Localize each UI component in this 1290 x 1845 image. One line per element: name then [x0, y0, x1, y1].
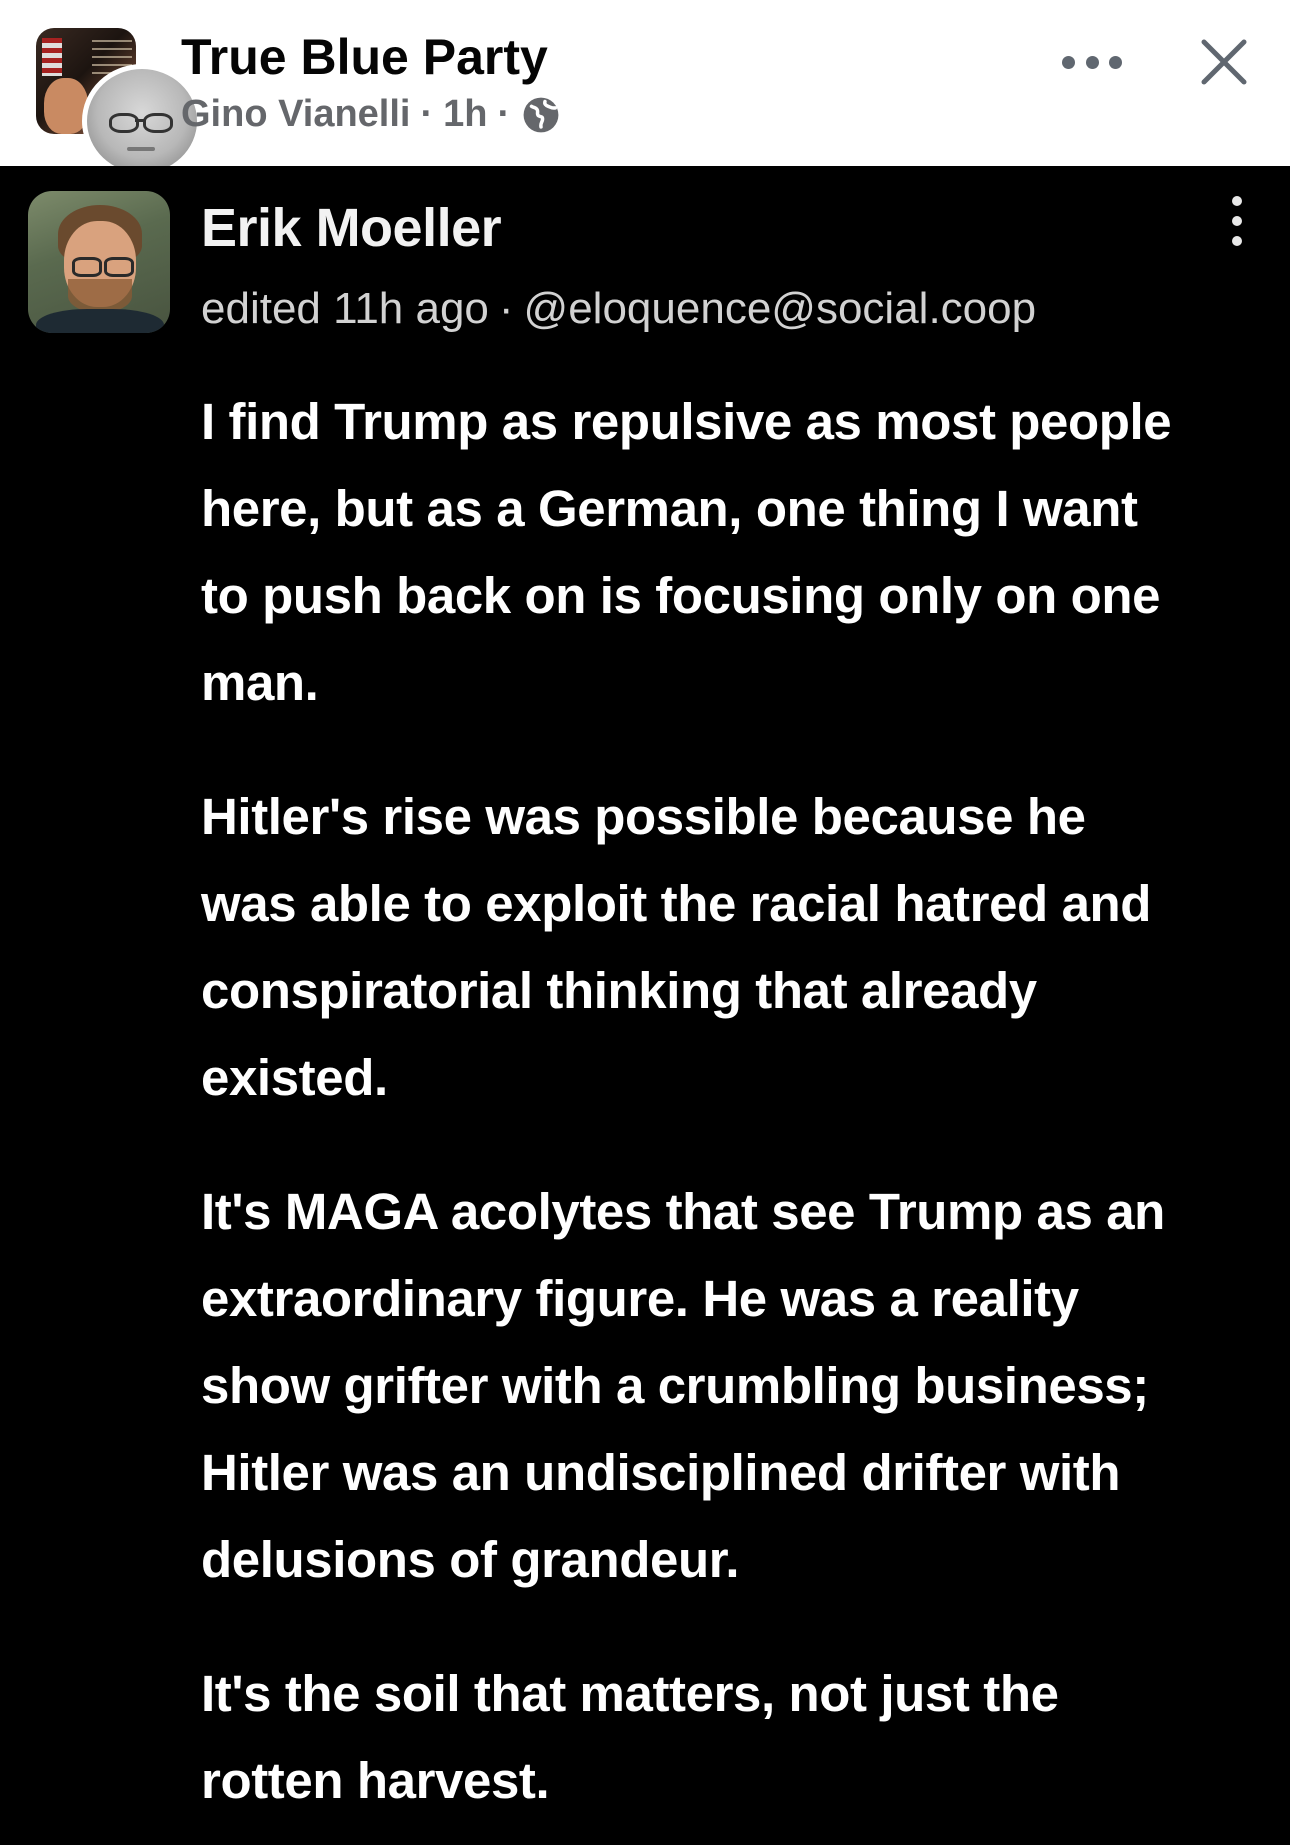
paragraph-line: was able to exploit the racial hatred an… [201, 875, 1152, 932]
paragraph-line: I find Trump as repulsive as most people [201, 393, 1172, 450]
paragraph-line: conspiratorial thinking that already [201, 962, 1037, 1019]
post-meta: edited 11h ago · @eloquence@social.coop [201, 284, 1036, 334]
post-meta-line: Gino Vianelli · 1h · [181, 93, 560, 136]
paragraph-line: Hitler's rise was possible because he [201, 788, 1086, 845]
post-paragraph: It's the soil that matters, not just the… [201, 1650, 1281, 1824]
paragraph-line: Hitler was an undisciplined drifter with [201, 1444, 1121, 1501]
paragraph-line: It's the soil that matters, not just the [201, 1665, 1059, 1722]
meta-separator: · [420, 93, 434, 135]
author-avatar[interactable] [28, 191, 170, 333]
author-name[interactable]: Erik Moeller [201, 197, 502, 259]
post-header: True Blue Party Gino Vianelli · 1h · [0, 0, 1290, 178]
post-paragraph: It's MAGA acolytes that see Trump as an e… [201, 1168, 1281, 1603]
paragraph-line: to push back on is focusing only on one [201, 567, 1161, 624]
more-horizontal-icon[interactable] [1062, 44, 1122, 80]
author-handle[interactable]: @eloquence@social.coop [524, 284, 1037, 333]
more-vertical-icon[interactable] [1228, 196, 1246, 246]
group-name[interactable]: True Blue Party [181, 28, 548, 86]
post-paragraph: Hitler's rise was possible because he was… [201, 773, 1281, 1121]
paragraph-line: It's MAGA acolytes that see Trump as an [201, 1183, 1165, 1240]
paragraph-line: existed. [201, 1049, 388, 1106]
paragraph-line: delusions of grandeur. [201, 1531, 740, 1588]
group-avatar[interactable] [36, 28, 202, 178]
meta-separator: · [497, 93, 511, 135]
paragraph-line: man. [201, 654, 319, 711]
paragraph-line: extraordinary figure. He was a reality [201, 1270, 1079, 1327]
post-paragraph: I find Trump as repulsive as most people… [201, 378, 1281, 726]
paragraph-line: here, but as a German, one thing I want [201, 480, 1138, 537]
close-icon[interactable] [1196, 34, 1252, 90]
edited-time: edited 11h ago [201, 284, 489, 333]
post-time[interactable]: 1h [443, 93, 487, 136]
globe-icon[interactable] [522, 96, 560, 134]
paragraph-line: show grifter with a crumbling business; [201, 1357, 1149, 1414]
shared-screenshot: Erik Moeller edited 11h ago · @eloquence@s… [0, 166, 1290, 1845]
poster-name[interactable]: Gino Vianelli [181, 93, 410, 136]
paragraph-line: rotten harvest. [201, 1752, 550, 1809]
post-body: I find Trump as repulsive as most people… [201, 378, 1281, 1845]
meta-separator: · [498, 284, 514, 333]
